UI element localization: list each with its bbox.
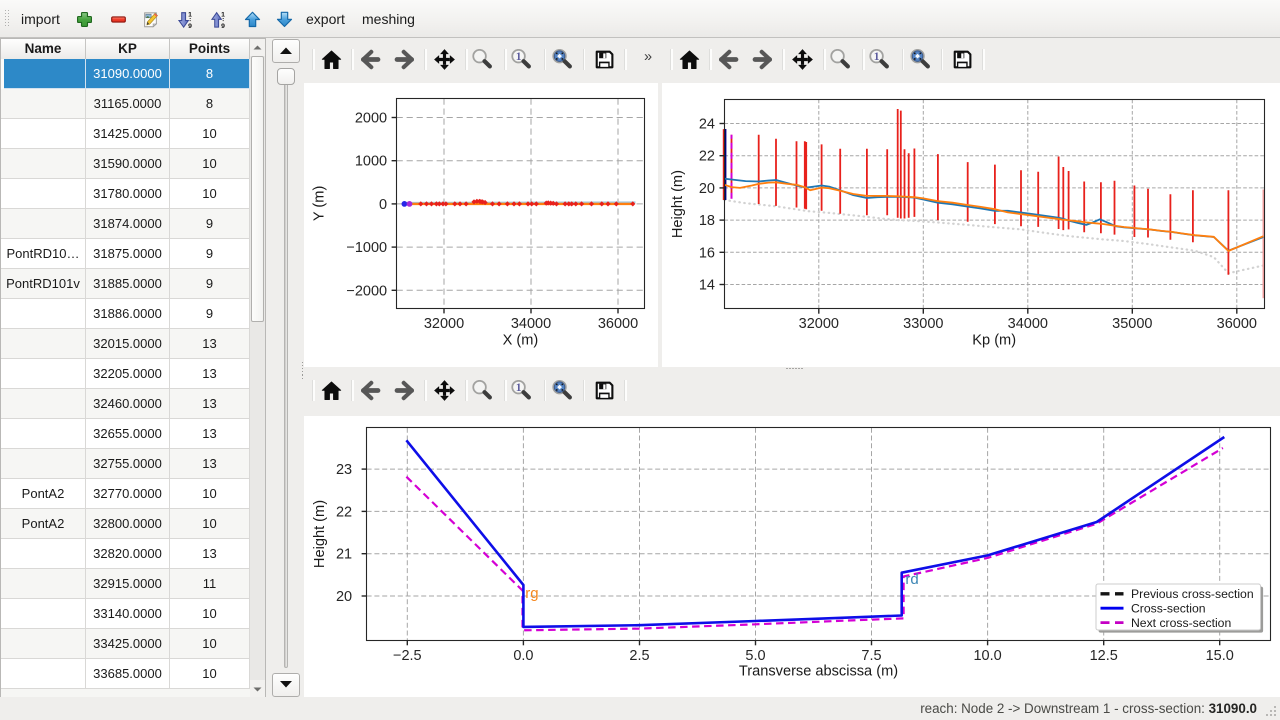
svg-text:16: 16 <box>699 245 715 261</box>
svg-text:Cross-section: Cross-section <box>1131 601 1206 615</box>
svg-text:0: 0 <box>379 197 387 213</box>
svg-text:7.5: 7.5 <box>861 648 881 664</box>
svg-text:35000: 35000 <box>1112 316 1152 332</box>
svg-text:Height (m): Height (m) <box>312 500 328 568</box>
svg-text:24: 24 <box>699 117 715 133</box>
svg-text:Transverse abscissa (m): Transverse abscissa (m) <box>739 664 898 680</box>
svg-text:21: 21 <box>336 547 352 563</box>
svg-text:34000: 34000 <box>511 316 551 332</box>
svg-text:−1000: −1000 <box>346 240 387 256</box>
svg-text:22: 22 <box>336 504 352 520</box>
svg-text:rg: rg <box>525 585 538 602</box>
svg-text:2000: 2000 <box>355 111 387 127</box>
svg-text:20: 20 <box>699 181 715 197</box>
svg-text:Y (m): Y (m) <box>312 186 328 221</box>
svg-text:20: 20 <box>336 589 352 605</box>
svg-text:rd: rd <box>905 571 918 588</box>
svg-text:0.0: 0.0 <box>513 648 533 664</box>
svg-text:10.0: 10.0 <box>973 648 1001 664</box>
svg-text:34000: 34000 <box>1008 316 1048 332</box>
svg-text:Height (m): Height (m) <box>670 170 686 238</box>
svg-text:−2000: −2000 <box>346 283 387 299</box>
svg-text:23: 23 <box>336 462 352 478</box>
svg-text:33000: 33000 <box>903 316 943 332</box>
svg-text:22: 22 <box>699 149 715 165</box>
svg-text:32000: 32000 <box>424 316 464 332</box>
svg-text:1000: 1000 <box>355 154 387 170</box>
svg-text:12.5: 12.5 <box>1090 648 1118 664</box>
svg-text:Previous cross-section: Previous cross-section <box>1131 587 1254 601</box>
svg-text:15.0: 15.0 <box>1206 648 1234 664</box>
svg-text:5.0: 5.0 <box>745 648 765 664</box>
svg-text:32000: 32000 <box>799 316 839 332</box>
svg-text:18: 18 <box>699 213 715 229</box>
svg-text:36000: 36000 <box>1217 316 1257 332</box>
svg-text:−2.5: −2.5 <box>393 648 422 664</box>
svg-text:Kp (m): Kp (m) <box>972 333 1016 349</box>
svg-text:X (m): X (m) <box>503 333 539 349</box>
svg-text:36000: 36000 <box>598 316 638 332</box>
svg-text:14: 14 <box>699 278 715 294</box>
svg-text:2.5: 2.5 <box>629 648 649 664</box>
svg-text:Next cross-section: Next cross-section <box>1131 616 1231 630</box>
